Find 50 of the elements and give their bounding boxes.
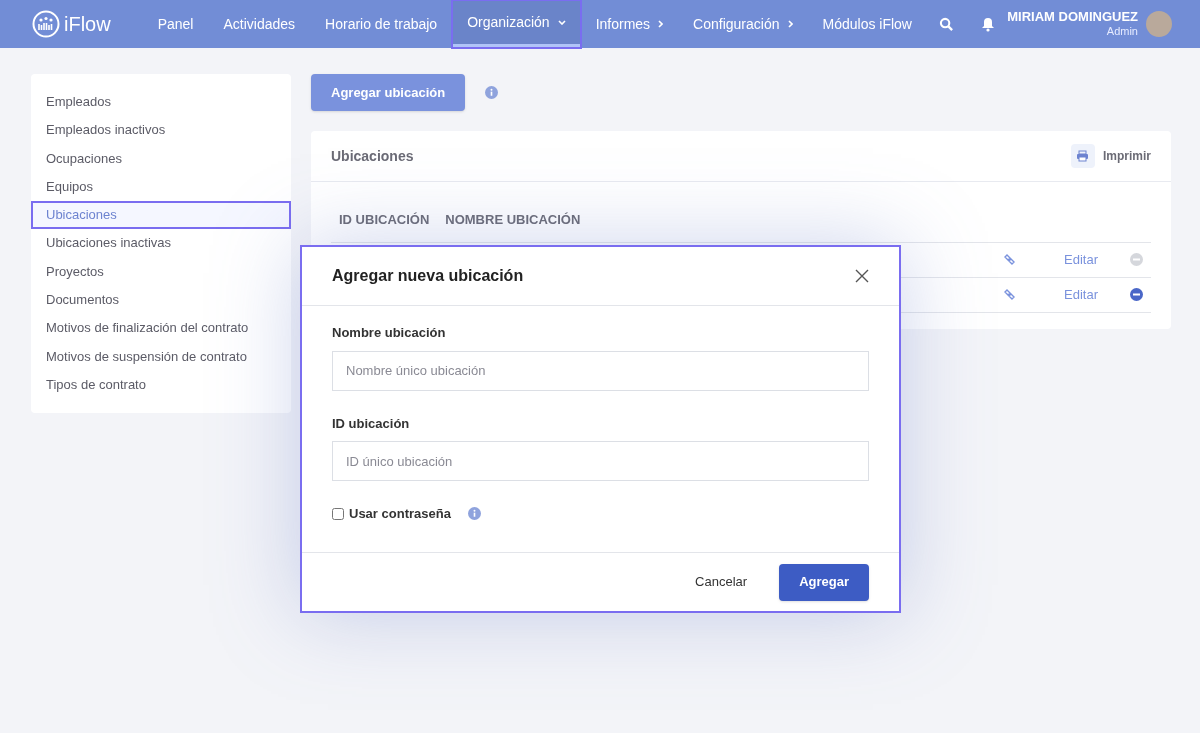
text-input-field[interactable]: ID único ubicación bbox=[332, 441, 869, 481]
modal-title: Agregar nueva ubicación bbox=[332, 266, 524, 286]
close-icon[interactable] bbox=[855, 269, 869, 283]
info-icon[interactable] bbox=[467, 507, 481, 521]
brand-name: iFlow bbox=[64, 12, 111, 37]
sidebar-item[interactable]: Proyectos bbox=[31, 257, 291, 287]
print-button[interactable]: Imprimir bbox=[1071, 144, 1151, 168]
sidebar-item[interactable]: Ubicaciones bbox=[31, 201, 291, 230]
nav-item[interactable]: Configuración bbox=[678, 0, 808, 48]
sidebar-item[interactable]: Ocupaciones bbox=[31, 144, 291, 173]
edit-link[interactable]: Editar bbox=[1064, 284, 1098, 305]
info-icon[interactable] bbox=[485, 86, 499, 99]
link-icon[interactable] bbox=[1003, 253, 1017, 266]
caret-down-icon bbox=[557, 19, 566, 25]
nav-item[interactable]: Informes bbox=[580, 0, 679, 48]
user-name: MIRIAM DOMINGUEZ bbox=[1007, 9, 1138, 26]
nav-item[interactable]: Panel bbox=[142, 0, 209, 48]
remove-icon[interactable] bbox=[1130, 288, 1143, 301]
nav-item[interactable]: Módulos iFlow bbox=[807, 0, 927, 48]
field-label: Nombre ubicación bbox=[332, 324, 447, 342]
cancel-button[interactable]: Cancelar bbox=[687, 563, 756, 601]
bell-icon[interactable] bbox=[981, 16, 996, 32]
nav-item[interactable]: Horario de trabajo bbox=[310, 0, 453, 48]
panel-title: Ubicaciones bbox=[331, 146, 414, 166]
column-header: NOMBRE UBICACIÓN bbox=[445, 211, 581, 229]
add-location-button[interactable]: Agregar ubicación bbox=[311, 74, 466, 111]
text-input-field[interactable]: Nombre único ubicación bbox=[332, 350, 869, 391]
search-icon[interactable] bbox=[939, 16, 954, 32]
logo-icon bbox=[32, 10, 60, 38]
checkbox-label: Usar contraseña bbox=[349, 505, 451, 523]
nav-item[interactable]: Organización bbox=[452, 0, 581, 48]
sidebar-item[interactable]: Empleados inactivos bbox=[31, 116, 291, 145]
submit-button[interactable]: Agregar bbox=[779, 563, 869, 601]
sidebar-item[interactable]: Equipos bbox=[31, 172, 291, 202]
sidebar-item[interactable]: Motivos de finalización del contrato bbox=[31, 314, 291, 343]
edit-link[interactable]: Editar bbox=[1064, 249, 1098, 270]
sidebar-item[interactable]: Documentos bbox=[31, 286, 291, 315]
sidebar-item[interactable]: Empleados bbox=[31, 88, 291, 117]
caret-right-icon bbox=[787, 20, 793, 28]
sidebar-item[interactable]: Tipos de contrato bbox=[31, 370, 291, 400]
field-label: ID ubicación bbox=[332, 414, 411, 433]
user-role: Admin bbox=[1106, 25, 1138, 39]
link-icon[interactable] bbox=[1003, 288, 1017, 301]
sidebar-item[interactable]: Ubicaciones inactivas bbox=[31, 229, 291, 258]
nav-item[interactable]: Actividades bbox=[208, 0, 311, 48]
column-header: ID UBICACIÓN bbox=[339, 211, 430, 229]
sidebar-item[interactable]: Motivos de suspensión de contrato bbox=[31, 342, 291, 371]
caret-right-icon bbox=[658, 20, 664, 28]
checkbox[interactable] bbox=[332, 507, 344, 520]
printer-icon bbox=[1076, 150, 1090, 162]
